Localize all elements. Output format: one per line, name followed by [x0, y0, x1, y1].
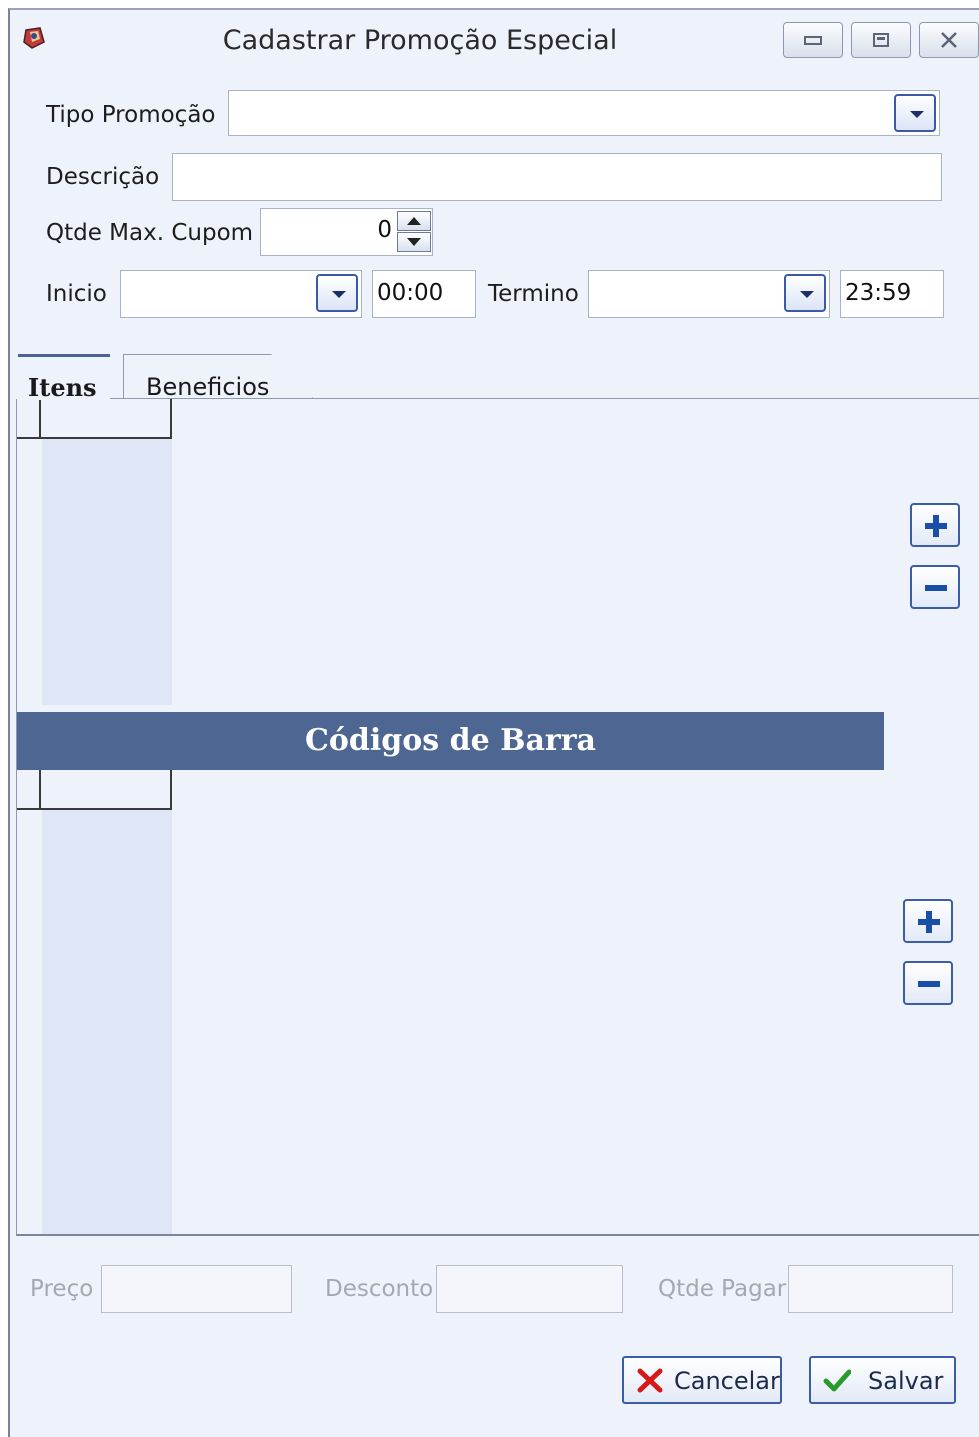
maximize-icon [852, 23, 910, 57]
save-button-label: Salvar [868, 1367, 944, 1395]
close-icon [920, 23, 978, 57]
descricao-input[interactable] [172, 153, 942, 201]
tipo-promocao-dropdown-button[interactable] [894, 94, 936, 132]
tipo-promocao-select[interactable] [228, 90, 940, 136]
inicio-date-picker[interactable] [120, 270, 362, 318]
cancel-button[interactable]: Cancelar [622, 1356, 782, 1404]
promotion-window: Cadastrar Promoção Especial Tipo Promoçã… [8, 8, 979, 1437]
inicio-date-dropdown-button[interactable] [316, 274, 358, 312]
itens-grid-header-divider [39, 399, 41, 437]
barcode-grid-header[interactable] [17, 770, 172, 810]
close-button[interactable] [919, 22, 979, 58]
desconto-label: Desconto [325, 1276, 434, 1302]
tipo-promocao-label: Tipo Promoção [46, 102, 216, 128]
qtde-pagar-label: Qtde Pagar [658, 1276, 787, 1302]
tab-beneficios[interactable]: Beneficios [123, 354, 313, 398]
add-barcode-button[interactable] [903, 899, 953, 943]
qtde-max-cupom-stepper[interactable]: 0 [260, 208, 433, 256]
title-bar[interactable]: Cadastrar Promoção Especial [10, 10, 979, 72]
remove-item-button[interactable] [910, 565, 960, 609]
qtde-spin-buttons [397, 211, 431, 253]
barcode-grid-header-divider [39, 770, 41, 808]
qtde-max-cupom-label: Qtde Max. Cupom [46, 220, 254, 246]
save-button[interactable]: Salvar [809, 1356, 956, 1404]
qtde-pagar-input [788, 1265, 953, 1313]
checkmark-icon [823, 1369, 851, 1392]
preco-label: Preço [30, 1276, 94, 1302]
cancel-button-label: Cancelar [674, 1367, 780, 1395]
add-item-button[interactable] [910, 503, 960, 547]
descricao-label: Descrição [46, 164, 160, 190]
termino-label: Termino [488, 281, 579, 307]
termino-date-picker[interactable] [588, 270, 830, 318]
minimize-icon [784, 23, 842, 57]
window-title: Cadastrar Promoção Especial [222, 25, 618, 56]
inicio-time-value: 00:00 [377, 280, 444, 306]
itens-grid-header[interactable] [17, 399, 172, 439]
inicio-time-input[interactable]: 00:00 [372, 270, 476, 318]
itens-grid-indicator-column [42, 439, 172, 705]
remove-barcode-button[interactable] [903, 961, 953, 1005]
tab-itens[interactable]: Itens [18, 354, 110, 402]
barcode-section-header: Códigos de Barra [17, 712, 884, 770]
preco-input [101, 1265, 292, 1313]
inicio-label: Inicio [46, 281, 107, 307]
qtde-max-cupom-value: 0 [377, 217, 392, 243]
itens-tab-panel: Códigos de Barra [16, 399, 979, 1236]
termino-time-value: 23:59 [845, 280, 912, 306]
barcode-grid-indicator-column [42, 810, 172, 1234]
desconto-input [436, 1265, 623, 1313]
spin-down-button[interactable] [397, 232, 431, 252]
minimize-button[interactable] [783, 22, 843, 58]
termino-date-dropdown-button[interactable] [784, 274, 826, 312]
spin-up-button[interactable] [397, 211, 431, 231]
cancel-x-icon [637, 1368, 663, 1393]
termino-time-input[interactable]: 23:59 [840, 270, 944, 318]
maximize-button[interactable] [851, 22, 911, 58]
